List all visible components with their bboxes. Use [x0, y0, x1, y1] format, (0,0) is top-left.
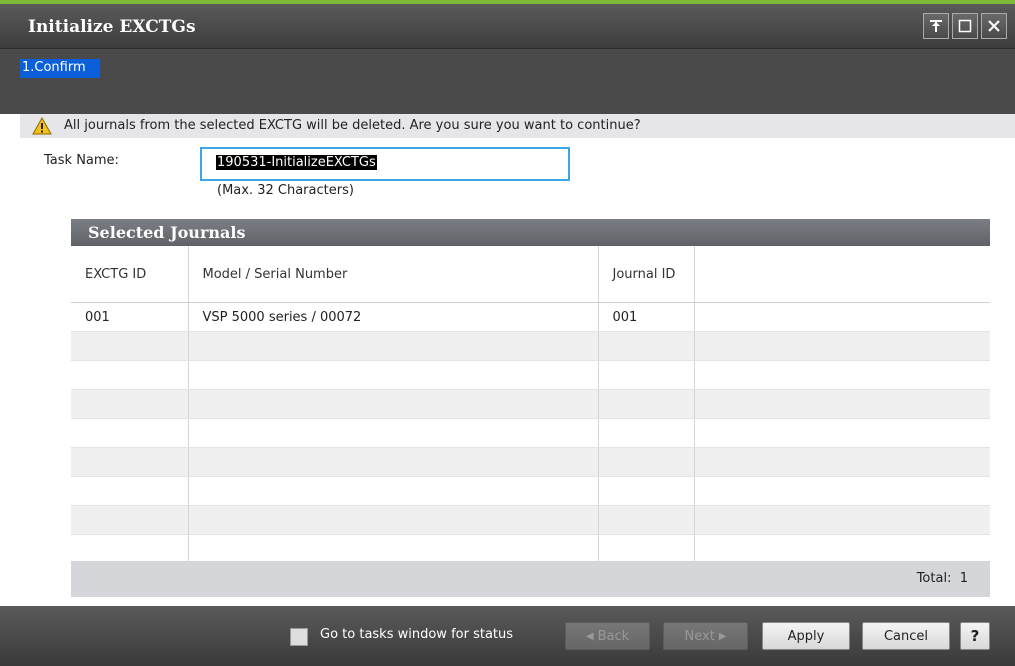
- total-label: Total:: [916, 571, 952, 586]
- cell-model-serial: VSP 5000 series / 00072: [188, 302, 599, 332]
- empty-row: [71, 476, 990, 506]
- help-button[interactable]: ?: [960, 622, 990, 650]
- back-arrow-icon: ◀: [585, 630, 594, 642]
- table-header-row: EXCTG ID Model / Serial Number Journal I…: [71, 246, 990, 303]
- panel-title: Selected Journals: [71, 219, 990, 246]
- table-row[interactable]: 001 VSP 5000 series / 00072 001: [71, 302, 990, 332]
- journals-table: EXCTG ID Model / Serial Number Journal I…: [71, 246, 990, 564]
- selected-journals-panel: Selected Journals EXCTG ID Model / Seria…: [71, 219, 990, 597]
- task-name-note: (Max. 32 Characters): [217, 183, 354, 198]
- step-confirm: 1.Confirm: [20, 59, 100, 78]
- title-bar: Initialize EXCTGs: [0, 0, 1015, 48]
- maximize-icon[interactable]: [952, 13, 978, 39]
- footer-bar: Go to tasks window for status ◀ Back Nex…: [0, 606, 1015, 666]
- empty-row: [71, 534, 990, 564]
- warning-icon: [32, 116, 52, 139]
- task-name-label: Task Name:: [44, 153, 119, 168]
- cell-exctg-id: 001: [71, 302, 189, 332]
- empty-row: [71, 331, 990, 361]
- table-footer: Total: 1: [71, 561, 990, 597]
- task-name-input[interactable]: 190531-InitializeEXCTGs: [200, 147, 570, 181]
- empty-row: [71, 360, 990, 390]
- warning-banner: All journals from the selected EXCTG wil…: [20, 114, 1015, 138]
- back-button[interactable]: ◀ Back: [565, 622, 650, 650]
- empty-row: [71, 418, 990, 448]
- next-button[interactable]: Next ▶: [663, 622, 748, 650]
- column-header-model-serial[interactable]: Model / Serial Number: [188, 246, 599, 303]
- total-count: Total: 1: [917, 571, 968, 586]
- cell-blank: [694, 302, 990, 332]
- warning-text: All journals from the selected EXCTG wil…: [64, 118, 641, 133]
- back-button-label: Back: [597, 628, 630, 644]
- empty-row: [71, 447, 990, 477]
- cell-journal-id: 001: [598, 302, 695, 332]
- column-header-journal-id[interactable]: Journal ID: [598, 246, 695, 303]
- close-icon[interactable]: [981, 13, 1007, 39]
- empty-row: [71, 389, 990, 419]
- step-bar: 1.Confirm: [0, 48, 1015, 114]
- column-header-blank: [694, 246, 990, 303]
- next-button-label: Next: [684, 628, 715, 644]
- window-controls: [923, 13, 1007, 39]
- pin-icon[interactable]: [923, 13, 949, 39]
- total-value: 1: [959, 571, 968, 586]
- next-arrow-icon: ▶: [718, 630, 727, 642]
- cancel-button[interactable]: Cancel: [862, 622, 950, 650]
- window-title: Initialize EXCTGs: [28, 17, 196, 37]
- empty-row: [71, 505, 990, 535]
- apply-button[interactable]: Apply: [762, 622, 850, 650]
- tasks-window-checkbox[interactable]: [290, 628, 308, 646]
- tasks-window-checkbox-label: Go to tasks window for status: [320, 627, 514, 642]
- column-header-exctg-id[interactable]: EXCTG ID: [71, 246, 189, 303]
- task-name-value: 190531-InitializeEXCTGs: [216, 155, 377, 170]
